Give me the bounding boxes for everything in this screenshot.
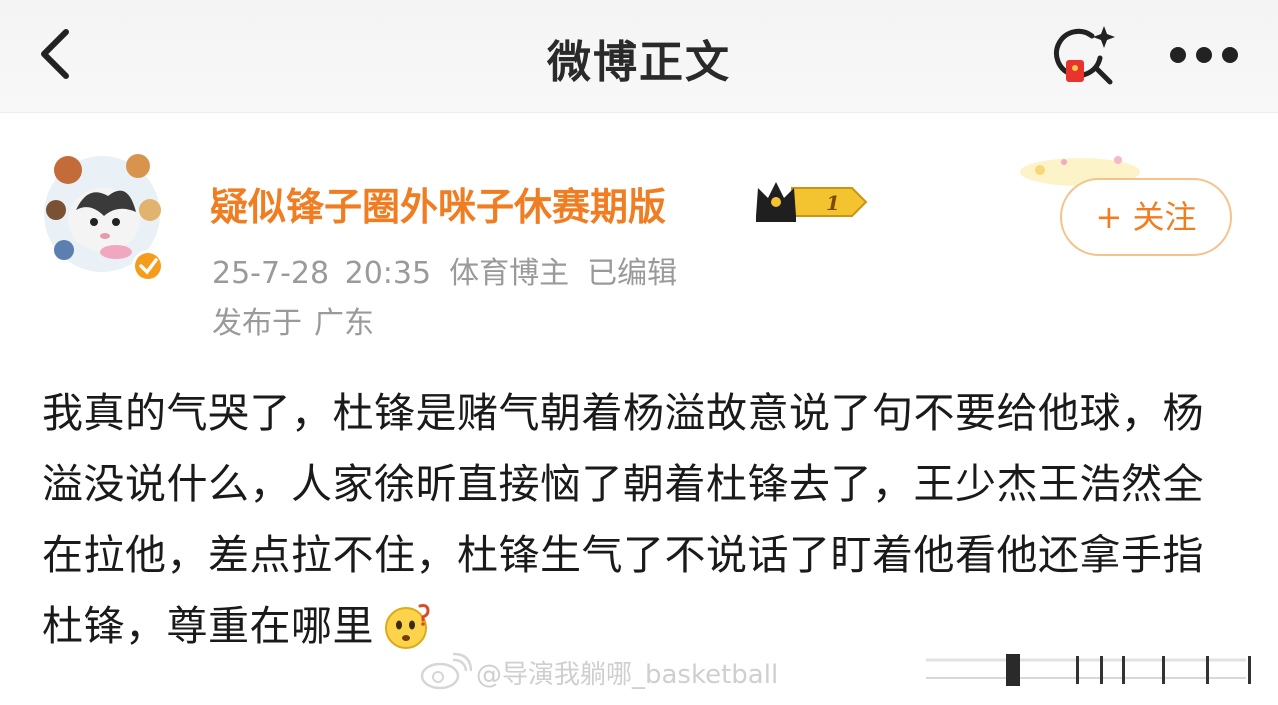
- location-prefix: 发布于: [212, 306, 302, 341]
- post-timestamp: 25-7-28 20:35: [212, 256, 432, 291]
- avatar[interactable]: [38, 140, 170, 288]
- confused-emoji-icon: [385, 604, 430, 649]
- post-text: 我真的气哭了，杜锋是赌气朝着杨溢故意说了句不要给他球，杨溢没说什么，人家徐昕直接…: [42, 389, 1204, 650]
- more-dots-icon[interactable]: [1164, 40, 1244, 70]
- watermark-text: @导演我躺哪_basketball: [476, 659, 779, 690]
- author-role: 体育博主: [449, 256, 570, 291]
- edited-label: 已编辑: [587, 256, 678, 291]
- post-body: 我真的气哭了，杜锋是赌气朝着杨溢故意说了句不要给他球，杨溢没说什么，人家徐昕直接…: [42, 378, 1242, 662]
- crown-badge-icon: 1: [756, 182, 868, 222]
- verified-badge-icon: [132, 250, 164, 282]
- scan-artifact: [926, 654, 1251, 686]
- badge-level: 1: [826, 191, 840, 215]
- top-nav-bar: 微博正文: [0, 0, 1278, 113]
- post-location: 发布于 广东: [212, 298, 386, 342]
- weibo-logo-icon: [420, 652, 472, 690]
- follow-button[interactable]: + 关注: [1060, 178, 1232, 256]
- post-meta: 25-7-28 20:35 体育博主 已编辑: [212, 248, 695, 292]
- author-name[interactable]: 疑似锋子圈外咪子休赛期版: [210, 176, 666, 231]
- watermark: @导演我躺哪_basketball: [418, 652, 778, 692]
- location-value: 广东: [314, 306, 374, 341]
- search-redpacket-icon[interactable]: [1052, 22, 1124, 88]
